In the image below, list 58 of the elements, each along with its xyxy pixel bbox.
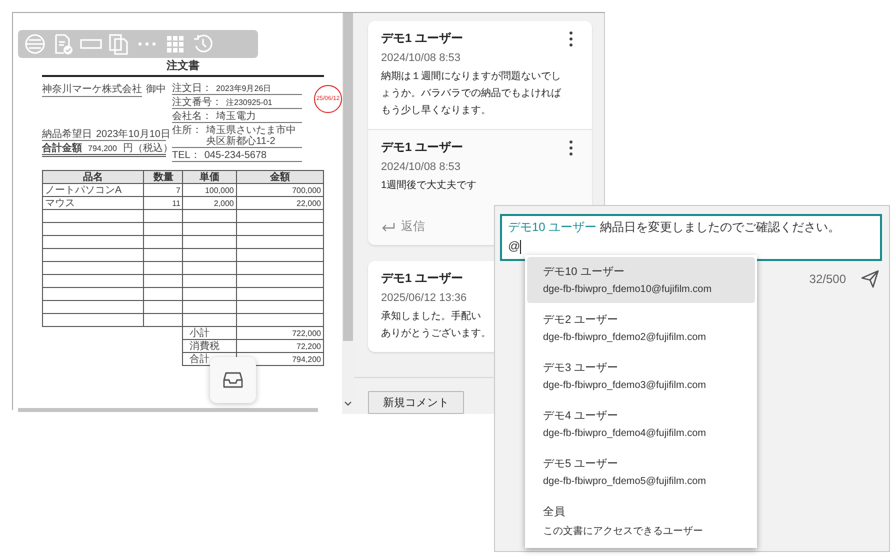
table-cell: 2,000 [182,196,236,210]
column-header: 単価 [182,170,236,184]
table-cell: 小計 [182,326,236,340]
field-label: 納品希望日 [42,129,92,140]
comment-text: 1週間後で大丈夫です [381,178,477,193]
history-icon[interactable] [192,33,214,55]
table-cell: 消費税 [182,340,236,352]
field-label: 住所： [172,125,202,136]
table-cell: 7 [144,184,183,196]
scrollbar[interactable] [18,408,318,412]
comment-date: 2024/10/08 8:53 [381,52,461,64]
column-header: 金額 [236,170,324,184]
field-label: 会社名： [172,111,212,122]
inbox-icon [223,371,243,389]
field-label: 注文番号： [172,97,222,108]
comment-input[interactable]: デモ10 ユーザー 納品日を変更しましたのでご確認ください。 @ [500,214,882,261]
recipient-name: 神奈川マーケ株式会社 [42,83,142,97]
reply-icon [381,222,395,232]
table-cell: 100,000 [182,184,236,196]
column-header: 品名 [42,170,144,184]
field-value: 2023年9月26日 [216,83,272,94]
total-value: 794,200 [88,143,117,154]
comment-author: デモ1 ユーザー [381,139,464,156]
total-label: 合計金額 [42,143,82,154]
total-unit: 円（税込） [122,143,173,154]
scroll-down-icon[interactable] [344,400,352,408]
inbox-button[interactable] [210,357,256,403]
comment-date: 2025/06/12 13:36 [381,292,467,304]
new-comment-button[interactable]: 新規コメント [368,391,464,414]
table-cell: 700,000 [236,184,324,196]
honorific: 御中 [146,84,166,95]
field-value: 埼玉県さいたま市中央区新都心11-2 [206,125,297,147]
field-label: 注文日： [172,83,212,94]
scrollbar[interactable] [343,13,353,341]
comment-text: 納期は１週間になりますが問題ないでしょうか。バラバラでの納品でもよければもう少し早くなります。 [381,70,562,118]
table-cell: 22,000 [236,196,324,210]
comment-text: 承知しました。手配い ありがとうございます。 [381,310,491,340]
table-cell: ノートパソコンA [42,184,144,196]
table-cell: マウス [42,196,144,210]
grid-icon[interactable] [164,33,186,55]
strikethrough-circle-icon[interactable] [24,33,46,55]
document-check-icon[interactable] [52,33,74,55]
table-cell: 722,000 [236,326,324,340]
table-cell: 11 [144,196,183,210]
field-value: 045-234-5678 [204,150,268,161]
mention-option[interactable]: デモ10 ユーザー dge-fb-fbiwpro_fdemo10@fujifilm.com [527,257,755,303]
field-value: 2023年10月10日 [96,129,170,140]
comment-author: デモ1 ユーザー [381,30,464,47]
character-counter: 32/500 [809,272,846,286]
send-icon[interactable] [860,269,880,289]
field-label: TEL： [172,150,200,161]
comment-date: 2024/10/08 8:53 [381,161,461,173]
field-value: 埼玉電力 [216,111,257,122]
column-header: 数量 [144,170,183,184]
field-value: 注230925-01 [226,97,274,108]
table-cell: 72,200 [236,340,324,352]
copy-icon[interactable] [108,33,130,55]
comment-author: デモ1 ユーザー [381,270,464,286]
